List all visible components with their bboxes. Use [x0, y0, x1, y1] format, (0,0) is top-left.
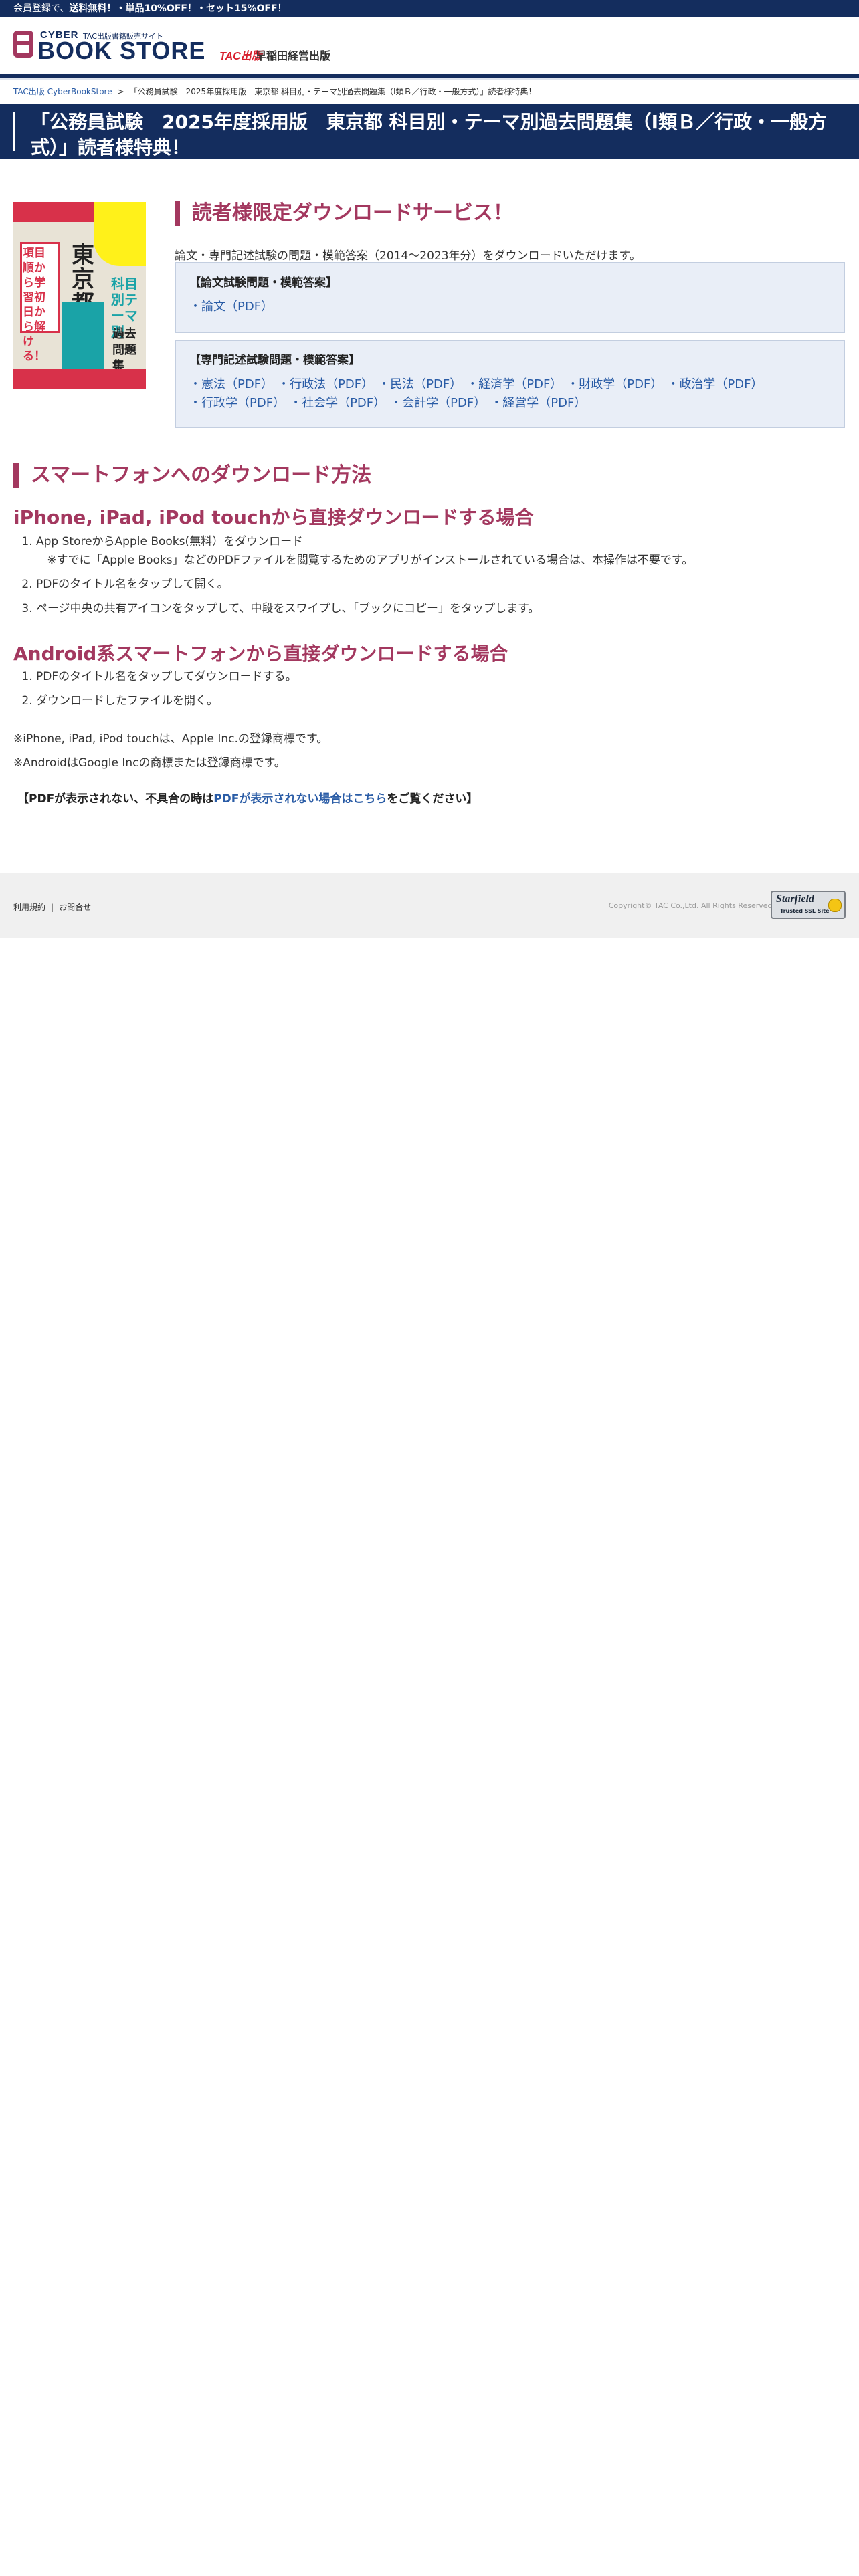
footer-links: 利用規約 | お問合せ — [13, 901, 91, 913]
ios-heading: iPhone, iPad, iPod touchから直接ダウンロードする場合 — [13, 506, 534, 528]
download-heading: 読者様限定ダウンロードサービス！ — [175, 201, 513, 226]
pdf-link-economics[interactable]: ・経済学（PDF） — [466, 377, 556, 391]
ios-step1-note: ※すでに「Apple Books」などのPDFファイルを閲覧するためのアプリがイ… — [47, 554, 694, 567]
specialty-download-box: 【専門記述試験問題・模範答案】 ・憲法（PDF） ・行政法（PDF） ・民法（PDF… — [175, 340, 845, 428]
ssl-seal-badge-icon — [828, 899, 842, 912]
pdf-link-accounting[interactable]: ・会計学（PDF） — [390, 396, 480, 410]
pdf-link-sociology[interactable]: ・社会学（PDF） — [290, 396, 379, 410]
list-item: ページ中央の共有アイコンをタップして、中段をスワイプし、「ブックにコピー」をタッ… — [36, 599, 852, 618]
list-item: ダウンロードしたファイルを開く。 — [36, 691, 852, 710]
essay-box-title: 【論文試験問題・模範答案】 — [189, 276, 337, 290]
ssl-seal[interactable]: Starfield Trusted SSL Site — [771, 891, 846, 919]
pdf-link-public-administration[interactable]: ・行政学（PDF） — [189, 396, 279, 410]
book-cover-image: 項目順から学習初日から解ける！ 東京都 科目別テーマ別 過去問題集 — [13, 202, 146, 389]
specialty-box-title: 【専門記述試験問題・模範答案】 — [189, 354, 360, 367]
footer-separator: | — [51, 903, 54, 912]
pdf-help-link[interactable]: PDFが表示されない場合はこちら — [213, 792, 387, 806]
list-item: PDFのタイトル名をタップしてダウンロードする。 — [36, 667, 852, 686]
pdf-link-public-finance[interactable]: ・財政学（PDF） — [567, 377, 656, 391]
book-tagline: 項目順から学習初日から解ける！ — [23, 247, 45, 363]
breadcrumb: TAC出版 CyberBookStore > 「公務員試験 2025年度採用版 東京… — [13, 86, 537, 97]
promo-highlight: 送料無料！・単品10%OFF！・セット15%OFF！ — [69, 3, 287, 14]
android-steps: PDFのタイトル名をタップしてダウンロードする。 ダウンロードしたファイルを開く… — [13, 667, 852, 716]
trademark-android: ※AndroidはGoogle Incの商標または登録商標です。 — [13, 756, 286, 770]
trademark-apple: ※iPhone, iPad, iPod touchは、Apple Inc.の登録… — [13, 732, 328, 746]
book-collection: 過去問題集 — [112, 327, 136, 373]
download-intro: 論文・専門記述試験の問題・模範答案（2014〜2023年分）をダウンロードいただ… — [175, 249, 641, 263]
title-accent-line — [13, 112, 15, 151]
logo-b-mark — [13, 31, 36, 58]
pdf-link-administrative-law[interactable]: ・行政法（PDF） — [278, 377, 367, 391]
site-header: CYBER TAC出版書籍販売サイト BOOK STORE TAC出版 早稲田経… — [0, 17, 859, 78]
publisher-waseda-logo[interactable]: 早稲田経営出版 — [256, 47, 330, 63]
list-item: PDFのタイトル名をタップして開く。 — [36, 575, 852, 594]
list-item: App StoreからApple Books(無料）をダウンロード ※すでに「A… — [36, 532, 852, 570]
pdf-link-business-administration[interactable]: ・経営学（PDF） — [490, 396, 586, 410]
pdf-link-essay[interactable]: ・論文（PDF） — [189, 300, 273, 314]
site-footer: 利用規約 | お問合せ Copyright© TAC Co.,Ltd. All Ri… — [0, 873, 859, 938]
pdf-link-political-science[interactable]: ・政治学（PDF） — [667, 377, 763, 391]
ssl-seal-sub: Trusted SSL Site — [780, 908, 830, 914]
logo-main: BOOK STORE — [37, 37, 206, 64]
breadcrumb-separator: > — [117, 87, 124, 96]
page-title-bar: 「公務員試験 2025年度採用版 東京都 科目別・テーマ別過去問題集（I類Ｂ／行… — [0, 104, 859, 159]
promo-banner: 会員登録で、送料無料！・単品10%OFF！・セット15%OFF！ — [0, 0, 859, 17]
footer-copyright: Copyright© TAC Co.,Ltd. All Rights Reser… — [608, 901, 775, 910]
footer-terms-link[interactable]: 利用規約 — [13, 903, 45, 912]
pdf-link-civil-law[interactable]: ・民法（PDF） — [378, 377, 456, 391]
footer-contact-link[interactable]: お問合せ — [59, 903, 91, 912]
essay-download-box: 【論文試験問題・模範答案】 ・論文（PDF） — [175, 262, 845, 333]
breadcrumb-home-link[interactable]: TAC出版 CyberBookStore — [13, 87, 112, 96]
site-logo[interactable]: CYBER TAC出版書籍販売サイト BOOK STORE — [13, 29, 207, 64]
pdf-link-constitutional-law[interactable]: ・憲法（PDF） — [189, 377, 267, 391]
essay-link-list: ・論文（PDF） — [189, 298, 830, 316]
smartphone-heading: スマートフォンへのダウンロード方法 — [13, 463, 371, 488]
page-title: 「公務員試験 2025年度採用版 東京都 科目別・テーマ別過去問題集（I類Ｂ／行… — [31, 111, 828, 158]
promo-prefix: 会員登録で、 — [13, 3, 70, 14]
breadcrumb-current: 「公務員試験 2025年度採用版 東京都 科目別・テーマ別過去問題集（I類Ｂ／行… — [129, 87, 537, 96]
pdf-notice: 【PDFが表示されない、不具合の時はPDFが表示されない場合はこちらをご覧くださ… — [17, 792, 478, 806]
specialty-link-list: ・憲法（PDF） ・行政法（PDF） ・民法（PDF） ・経済学（PDF） ・財政学（P… — [189, 375, 830, 413]
ios-steps: App StoreからApple Books(無料）をダウンロード ※すでに「A… — [13, 532, 852, 623]
ssl-seal-name: Starfield — [776, 893, 814, 905]
android-heading: Android系スマートフォンから直接ダウンロードする場合 — [13, 643, 508, 665]
